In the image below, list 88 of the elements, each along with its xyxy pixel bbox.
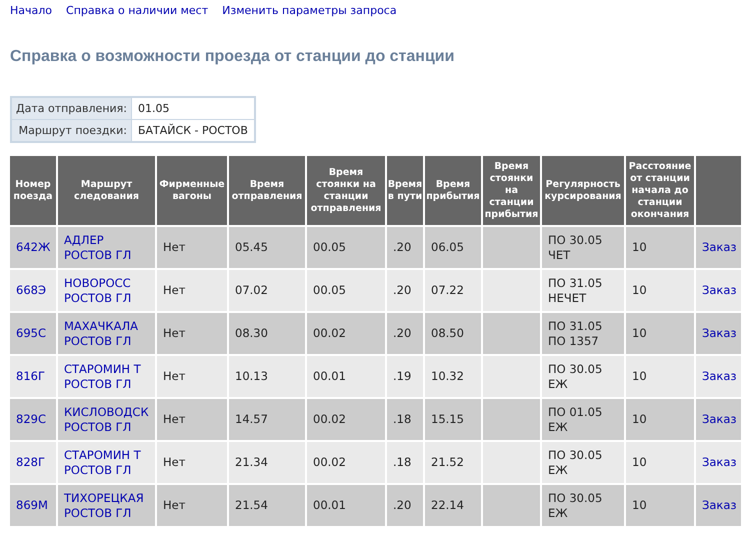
route-link[interactable]: РОСТОВ ГЛ — [64, 290, 132, 306]
table-cell-text: ЕЖ — [548, 420, 569, 434]
table-cell: 10 — [632, 498, 647, 513]
page-heading: Справка о возможности проезда от станции до станции — [10, 48, 456, 66]
table-cell: 00.01 — [313, 498, 346, 513]
table-cell-text: ЕЖ — [548, 506, 569, 520]
table-cell: ПО 30.05 — [548, 362, 602, 376]
column-header: Регулярность курсирования — [541, 156, 625, 226]
column-header: Время прибытия — [424, 156, 482, 226]
table-cell: Нет — [163, 240, 186, 255]
column-header: Время отправления — [228, 156, 306, 226]
route-link[interactable]: СТАРОМИН Т — [64, 362, 141, 376]
route-link[interactable]: РОСТОВ ГЛ — [64, 506, 144, 520]
table-cell: .20 — [393, 326, 412, 341]
table-cell: .18 — [393, 412, 412, 427]
column-header: Фирменные вагоны — [156, 156, 228, 226]
table-cell: .20 — [393, 498, 412, 513]
table-cell: 10 — [632, 455, 647, 470]
table-cell: Нет — [163, 498, 186, 513]
table-cell: ПО 30.05 — [548, 448, 602, 462]
nav-link[interactable]: Начало — [10, 4, 52, 20]
column-header: Маршрут следования — [57, 156, 156, 226]
table-cell: 00.02 — [313, 326, 346, 341]
table-cell-text: ЧЕТ — [548, 248, 572, 262]
table-cell: 21.34 — [235, 455, 268, 470]
table-cell: 22.14 — [431, 498, 464, 513]
table-cell: 00.01 — [313, 369, 346, 384]
route-link[interactable]: МАХАЧКАЛА — [64, 318, 138, 334]
table-cell: 00.05 — [313, 283, 346, 298]
info-label: Маршрут поездки: — [11, 120, 132, 142]
column-header: Расстояние от станции начала до станции окончания — [625, 156, 695, 226]
route-link[interactable]: РОСТОВ ГЛ — [64, 462, 141, 478]
table-cell: .19 — [393, 369, 412, 384]
table-cell: 21.54 — [235, 498, 268, 513]
column-header: Время стоянки на станции прибытия — [482, 156, 541, 226]
column-header: Время стоянки на станции отправления — [306, 156, 386, 226]
table-cell: ПО 01.05 — [548, 404, 602, 420]
nav-link[interactable]: Справка о наличии мест — [66, 4, 208, 20]
table-cell: Нет — [163, 412, 186, 427]
route-link[interactable]: РОСТОВ ГЛ — [64, 334, 138, 348]
table-cell: Нет — [163, 326, 186, 341]
column-header: Номер поезда — [10, 156, 57, 226]
table-cell: 07.02 — [235, 283, 268, 298]
table-cell: Нет — [163, 455, 186, 470]
table-cell: 07.22 — [431, 283, 464, 298]
table-cell: 15.15 — [431, 412, 464, 427]
nav-link[interactable]: Изменить параметры запроса — [222, 4, 397, 20]
column-header: Время в пути — [386, 156, 424, 226]
table-cell: .20 — [393, 283, 412, 298]
table-cell: 00.02 — [313, 455, 346, 470]
info-label: Дата отправления: — [11, 97, 132, 120]
table-cell-text: ЕЖ — [548, 376, 569, 392]
table-cell: 10.32 — [431, 369, 464, 384]
route-link[interactable]: РОСТОВ ГЛ — [64, 420, 149, 434]
info-value: 01.05 — [131, 97, 255, 120]
table-cell-text: ПО 1357 — [548, 334, 600, 348]
table-cell: 08.50 — [431, 326, 464, 341]
table-cell: Нет — [163, 283, 186, 298]
table-cell: ПО 30.05 — [548, 232, 602, 248]
route-link[interactable]: ТИХОРЕЦКАЯ — [64, 490, 144, 506]
table-cell-text: ЕЖ — [548, 462, 569, 478]
table-cell: 00.02 — [313, 412, 346, 427]
table-cell: 10 — [632, 283, 647, 298]
table-cell: 00.05 — [313, 240, 346, 255]
table-cell: 10 — [632, 326, 647, 341]
table-cell: Нет — [163, 369, 186, 384]
table-cell: 14.57 — [235, 412, 268, 427]
table-cell: 10 — [632, 369, 647, 384]
table-cell: 06.05 — [431, 240, 464, 255]
route-link[interactable]: НОВОРОСС — [64, 276, 132, 290]
route-link[interactable]: РОСТОВ ГЛ — [64, 376, 141, 392]
table-cell: ПО 31.05 — [548, 318, 602, 334]
route-link[interactable]: СТАРОМИН Т — [64, 448, 141, 462]
route-link[interactable]: АДЛЕР — [64, 232, 132, 248]
table-cell: 08.30 — [235, 326, 268, 341]
table-cell-text: НЕЧЕТ — [548, 290, 588, 306]
table-cell: .18 — [393, 455, 412, 470]
table-cell: 10 — [632, 240, 647, 255]
info-value: БАТАЙСК - РОСТОВ — [131, 120, 255, 142]
table-cell: 21.52 — [431, 455, 464, 470]
table-cell: ПО 30.05 — [548, 490, 602, 506]
table-cell: 05.45 — [235, 240, 268, 255]
table-cell: 10 — [632, 412, 647, 427]
table-cell: 10.13 — [235, 369, 268, 384]
table-cell: .20 — [393, 240, 412, 255]
route-link[interactable]: РОСТОВ ГЛ — [64, 248, 132, 262]
table-cell: ПО 31.05 — [548, 276, 602, 290]
route-link[interactable]: КИСЛОВОДСК — [64, 404, 149, 420]
